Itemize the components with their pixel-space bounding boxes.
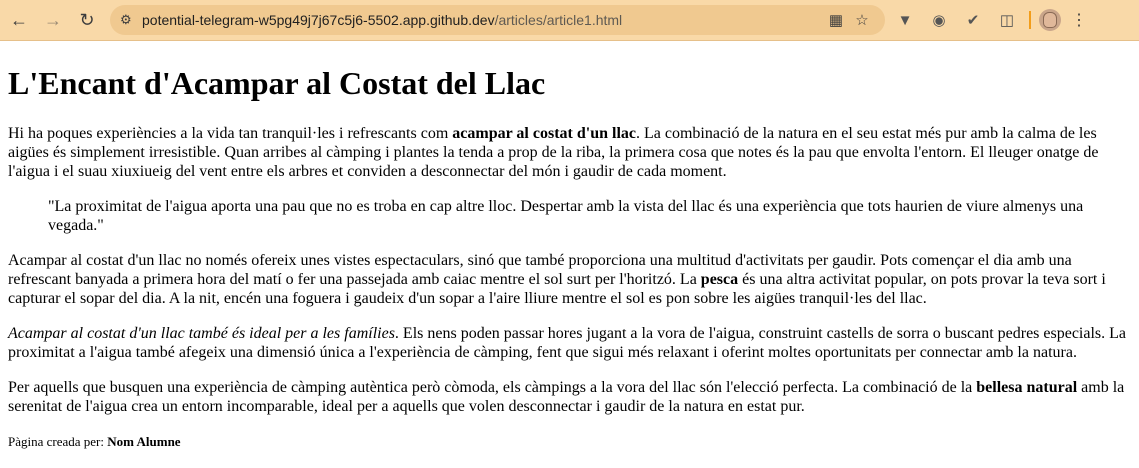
- url-text[interactable]: potential-telegram-w5pg49j7j67c5j6-5502.…: [142, 12, 823, 28]
- reload-icon: ↻: [79, 9, 95, 30]
- profile-avatar[interactable]: [1039, 9, 1061, 31]
- quote: "La proximitat de l'aigua aporta una pau…: [48, 198, 1084, 234]
- url-path: /articles/article1.html: [494, 12, 623, 28]
- footer-label: Pàgina creada per:: [8, 434, 108, 449]
- reload-button[interactable]: ↻: [72, 5, 102, 35]
- page-content: L'Encant d'Acampar al Costat del Llac Hi…: [0, 65, 1139, 451]
- paragraph-intro: Hi ha poques experiències a la vida tan …: [8, 124, 1131, 181]
- footer-author: Nom Alumne: [107, 434, 181, 449]
- paragraph-activities: Acampar al costat d'un llac no només ofe…: [8, 251, 1131, 308]
- avatar-face-icon: [1043, 12, 1057, 28]
- checkmark-extension-icon[interactable]: ✔: [959, 6, 987, 34]
- p3-italic: Acampar al costat d'un llac també és ide…: [8, 325, 395, 342]
- browser-toolbar: ← → ↻ ⚙ potential-telegram-w5pg49j7j67c5…: [0, 0, 1139, 41]
- p2-bold: pesca: [700, 271, 739, 288]
- p1-text-a: Hi ha poques experiències a la vida tan …: [8, 125, 453, 142]
- arrow-left-icon: ←: [10, 9, 28, 30]
- arrow-right-icon: →: [44, 9, 62, 30]
- paragraph-conclusion: Per aquells que busquen una experiència …: [8, 378, 1131, 416]
- page-footer: Pàgina creada per: Nom Alumne: [8, 432, 1131, 451]
- more-menu-icon[interactable]: ⋮: [1071, 10, 1087, 30]
- address-bar[interactable]: ⚙ potential-telegram-w5pg49j7j67c5j6-550…: [110, 5, 885, 35]
- vue-devtools-icon[interactable]: ▼: [891, 6, 919, 34]
- extensions-puzzle-icon[interactable]: ◫: [993, 6, 1021, 34]
- p4-bold: bellesa natural: [976, 379, 1078, 396]
- paragraph-families: Acampar al costat d'un llac també és ide…: [8, 324, 1131, 362]
- translate-icon[interactable]: ▦: [823, 11, 849, 29]
- site-settings-icon[interactable]: ⚙: [120, 12, 142, 28]
- forward-button[interactable]: →: [38, 5, 68, 35]
- record-icon[interactable]: ◉: [925, 6, 953, 34]
- p4-text-a: Per aquells que busquen una experiència …: [8, 379, 977, 396]
- back-button[interactable]: ←: [4, 5, 34, 35]
- url-host: potential-telegram-w5pg49j7j67c5j6-5502.…: [142, 12, 495, 28]
- toolbar-divider: [1029, 11, 1031, 29]
- p1-bold: acampar al costat d'un llac: [452, 125, 636, 142]
- bookmark-star-icon[interactable]: ☆: [849, 11, 875, 29]
- page-title: L'Encant d'Acampar al Costat del Llac: [8, 65, 546, 101]
